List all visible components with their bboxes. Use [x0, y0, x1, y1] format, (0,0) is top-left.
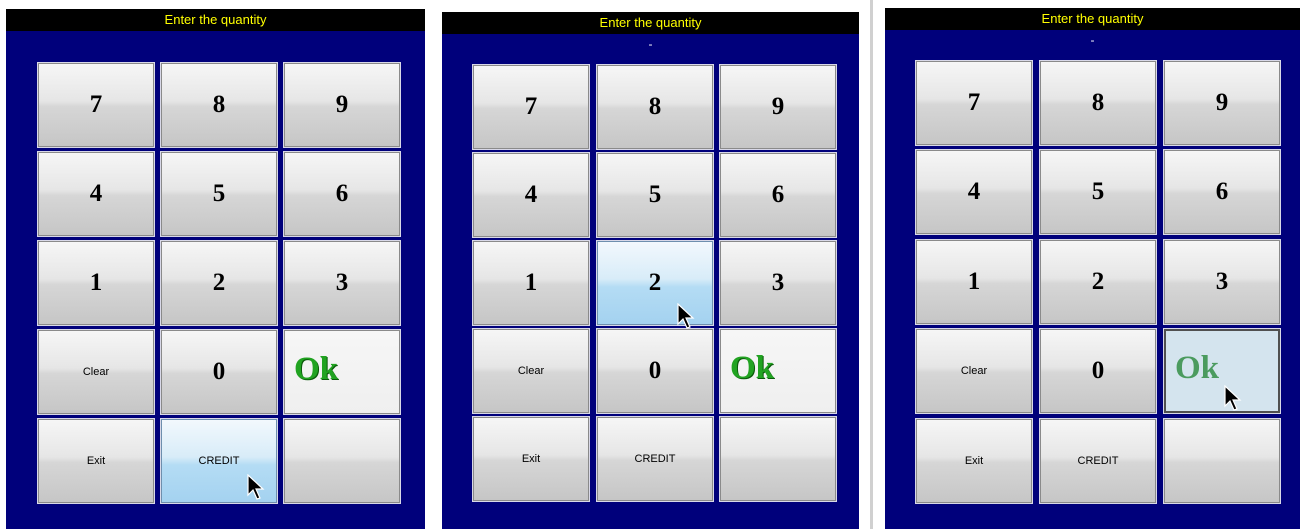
- key-9[interactable]: 9: [283, 62, 401, 148]
- key-label: 9: [1215, 89, 1229, 116]
- exit-button[interactable]: Exit: [37, 418, 155, 504]
- key-label: Clear: [960, 365, 988, 377]
- key-label: 3: [771, 269, 785, 296]
- key-4[interactable]: 4: [915, 149, 1033, 235]
- key-label: 0: [648, 357, 662, 384]
- key-label: Ok: [730, 349, 775, 386]
- key-8[interactable]: 8: [160, 62, 278, 148]
- key-8[interactable]: 8: [596, 64, 714, 150]
- key-3[interactable]: 3: [1163, 239, 1281, 325]
- keypad-dialog-3: Enter the quantity - 7 8 9 4 5 6 1 2 3 C…: [885, 8, 1300, 529]
- key-label: 6: [771, 181, 785, 208]
- key-6[interactable]: 6: [283, 151, 401, 237]
- key-label: 2: [648, 269, 662, 296]
- key-5[interactable]: 5: [1039, 149, 1157, 235]
- clear-button[interactable]: Clear: [472, 328, 590, 414]
- key-4[interactable]: 4: [37, 151, 155, 237]
- dialog-title: Enter the quantity: [442, 12, 859, 34]
- ok-button[interactable]: Ok: [719, 328, 837, 414]
- key-1[interactable]: 1: [37, 240, 155, 326]
- key-label: Clear: [517, 365, 545, 377]
- key-label: 1: [967, 268, 981, 295]
- key-label: 1: [89, 269, 103, 296]
- key-3[interactable]: 3: [283, 240, 401, 326]
- blank-button[interactable]: [719, 416, 837, 502]
- key-label: 3: [1215, 268, 1229, 295]
- dialog-title: Enter the quantity: [6, 9, 425, 31]
- quantity-display: -: [648, 37, 653, 51]
- key-label: Ok: [294, 350, 339, 387]
- clear-button[interactable]: Clear: [37, 329, 155, 415]
- key-label: Exit: [86, 455, 106, 467]
- key-label: 2: [1091, 268, 1105, 295]
- key-label: 6: [1215, 178, 1229, 205]
- key-label: 0: [212, 358, 226, 385]
- key-1[interactable]: 1: [472, 240, 590, 326]
- key-label: 1: [524, 269, 538, 296]
- key-4[interactable]: 4: [472, 152, 590, 238]
- key-6[interactable]: 6: [719, 152, 837, 238]
- key-label: 4: [524, 181, 538, 208]
- key-8[interactable]: 8: [1039, 60, 1157, 146]
- key-5[interactable]: 5: [596, 152, 714, 238]
- key-label: Clear: [82, 366, 110, 378]
- keypad-dialog-2: Enter the quantity - 7 8 9 4 5 6 1 2 3 C…: [442, 12, 859, 529]
- key-2[interactable]: 2: [1039, 239, 1157, 325]
- key-2[interactable]: 2: [596, 240, 714, 326]
- divider: [870, 0, 873, 529]
- dialog-title: Enter the quantity: [885, 8, 1300, 30]
- key-label: 5: [212, 180, 226, 207]
- key-label: 4: [967, 178, 981, 205]
- key-label: 2: [212, 269, 226, 296]
- key-label: Ok: [1175, 349, 1220, 386]
- key-6[interactable]: 6: [1163, 149, 1281, 235]
- key-7[interactable]: 7: [37, 62, 155, 148]
- blank-button[interactable]: [1163, 418, 1281, 504]
- exit-button[interactable]: Exit: [915, 418, 1033, 504]
- key-label: 6: [335, 180, 349, 207]
- credit-button[interactable]: CREDIT: [160, 418, 278, 504]
- key-label: 5: [648, 181, 662, 208]
- key-9[interactable]: 9: [719, 64, 837, 150]
- key-7[interactable]: 7: [472, 64, 590, 150]
- exit-button[interactable]: Exit: [472, 416, 590, 502]
- key-label: CREDIT: [634, 453, 676, 465]
- key-label: 7: [89, 91, 103, 118]
- clear-button[interactable]: Clear: [915, 328, 1033, 414]
- ok-button[interactable]: Ok: [283, 329, 401, 415]
- key-label: CREDIT: [1077, 455, 1119, 467]
- key-label: 8: [648, 93, 662, 120]
- key-label: 7: [967, 89, 981, 116]
- key-label: 8: [212, 91, 226, 118]
- key-label: 5: [1091, 178, 1105, 205]
- key-3[interactable]: 3: [719, 240, 837, 326]
- key-label: 7: [524, 93, 538, 120]
- key-0[interactable]: 0: [160, 329, 278, 415]
- key-label: 4: [89, 180, 103, 207]
- ok-button[interactable]: Ok: [1163, 328, 1281, 414]
- keypad-dialog-1: Enter the quantity 7 8 9 4 5 6 1 2 3 Cle…: [6, 9, 425, 529]
- key-label: 9: [771, 93, 785, 120]
- key-label: 0: [1091, 357, 1105, 384]
- divider: [435, 0, 437, 529]
- key-label: Exit: [964, 455, 984, 467]
- key-label: Exit: [521, 453, 541, 465]
- key-label: 3: [335, 269, 349, 296]
- key-0[interactable]: 0: [596, 328, 714, 414]
- key-label: 8: [1091, 89, 1105, 116]
- quantity-display: [6, 31, 425, 51]
- key-7[interactable]: 7: [915, 60, 1033, 146]
- blank-button[interactable]: [283, 418, 401, 504]
- key-label: CREDIT: [198, 455, 240, 467]
- key-1[interactable]: 1: [915, 239, 1033, 325]
- quantity-display: -: [1090, 33, 1095, 47]
- key-9[interactable]: 9: [1163, 60, 1281, 146]
- credit-button[interactable]: CREDIT: [596, 416, 714, 502]
- key-2[interactable]: 2: [160, 240, 278, 326]
- key-label: 9: [335, 91, 349, 118]
- key-0[interactable]: 0: [1039, 328, 1157, 414]
- credit-button[interactable]: CREDIT: [1039, 418, 1157, 504]
- key-5[interactable]: 5: [160, 151, 278, 237]
